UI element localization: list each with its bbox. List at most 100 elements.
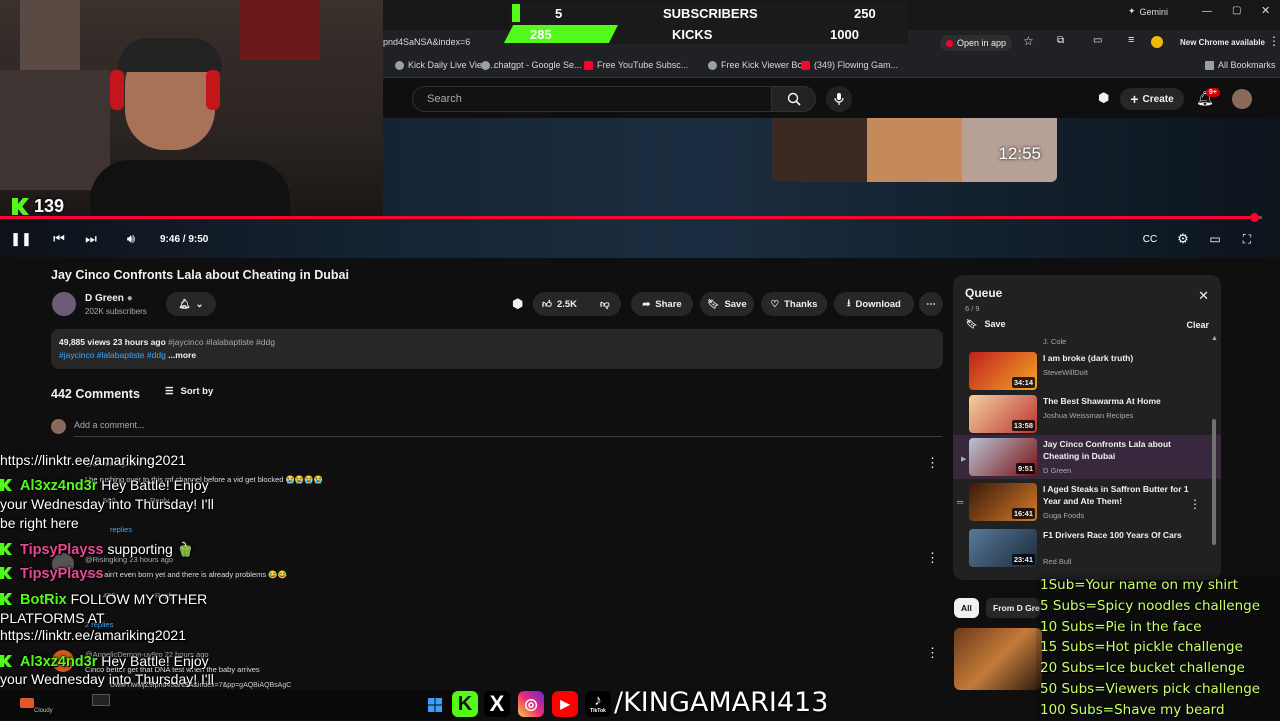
youtube-icon [584, 60, 593, 70]
account-avatar[interactable] [1232, 89, 1252, 109]
create-button[interactable]: + Create [1120, 88, 1184, 110]
screen-cast-icon[interactable]: ▭ [1093, 35, 1102, 46]
fullscreen-icon[interactable]: ⛶ [1238, 230, 1256, 248]
kebab-menu-icon[interactable]: ⋮ [1268, 34, 1280, 48]
queue-item-title[interactable]: I am broke (dark truth) [1043, 352, 1193, 364]
queue-thumbnail[interactable]: 16:41 [969, 483, 1037, 521]
weather-label: Cloudy [34, 708, 53, 714]
thumbs-up-icon[interactable]: 👍︎ [542, 298, 552, 310]
wall-poster [20, 0, 80, 70]
chrome-update-notice[interactable]: New Chrome available [1180, 38, 1265, 47]
bookmark-item[interactable]: (349) Flowing Gam... [801, 60, 898, 70]
like-dislike-group[interactable]: 👍︎ 2.5K 👎︎ [533, 292, 621, 316]
queue-item[interactable]: 13:58 The Best Shawarma At Home Joshua Wei… [969, 395, 1213, 435]
gemini-button[interactable]: ✦ Gemini [1128, 6, 1168, 17]
queue-duration: 16:41 [1011, 508, 1035, 519]
maximize-icon[interactable]: ▢ [1232, 5, 1241, 16]
extensions-icon[interactable]: ⧉ [1057, 35, 1064, 46]
queue-item-menu-icon[interactable]: ⋮ [1189, 497, 1201, 511]
queue-thumbnail[interactable]: 23:41 [969, 529, 1037, 567]
search-input[interactable]: Search [412, 86, 772, 112]
bookmark-item[interactable]: chatgpt - Google Se... [481, 60, 582, 70]
theater-mode-icon[interactable]: ▭ [1206, 230, 1224, 248]
queue-item-title[interactable]: I Aged Steaks in Saffron Butter for 1 Ye… [1043, 483, 1193, 507]
bookmarks-bar: Kick Daily Live View... chatgpt - Google… [383, 56, 1280, 78]
close-window-icon[interactable]: ✕ [1261, 4, 1270, 17]
open-in-app-button[interactable]: Open in app [940, 35, 1013, 51]
queue-duration: 34:14 [1011, 377, 1035, 388]
captions-icon[interactable]: CC [1142, 230, 1158, 248]
queue-item[interactable]: 23:41 F1 Drivers Race 100 Years Of Cars Re… [969, 529, 1213, 569]
comment-menu-icon[interactable]: ⋮ [926, 550, 939, 566]
star-icon[interactable]: ☆ [1023, 34, 1034, 48]
pause-icon[interactable]: ❚❚ [10, 230, 32, 248]
more-link[interactable]: ...more [168, 350, 196, 360]
streamer-handle: /KINGAMARI413 [614, 687, 829, 718]
more-actions-button[interactable]: ⋯ [919, 292, 943, 316]
queue-item-channel: Joshua Weissman Recipes [1043, 411, 1134, 420]
thanks-button[interactable]: ♡ Thanks [761, 292, 827, 316]
add-comment-input[interactable]: Add a comment... [74, 420, 145, 430]
queue-item-title[interactable]: Jay Cinco Confronts Lala about Cheating … [1043, 438, 1193, 462]
view-replies-button[interactable]: replies [110, 525, 132, 534]
share-button[interactable]: ➦ Share [631, 292, 693, 316]
queue-item[interactable]: 16:41 I Aged Steaks in Saffron Butter for… [969, 483, 1213, 523]
close-queue-icon[interactable]: ✕ [1198, 288, 1209, 304]
volume-icon[interactable]: 🔊︎ [122, 230, 140, 248]
kick-goal: 1000 [830, 27, 859, 42]
channel-name[interactable]: D Green ● [85, 293, 133, 304]
queue-item-title[interactable]: The Best Shawarma At Home [1043, 395, 1193, 407]
profile-icon[interactable] [1151, 36, 1163, 48]
queue-item[interactable]: 34:14 I am broke (dark truth) SteveWillDoI… [969, 352, 1213, 392]
hashtag-links[interactable]: #jaycinco #lalabaptiste #ddg [59, 350, 166, 360]
next-icon[interactable]: ⏭︎ [82, 230, 100, 248]
taskbar-app-icon[interactable] [92, 694, 110, 706]
chat-username: Al3xz4nd3r [20, 478, 98, 494]
queue-save-button[interactable]: 🔖︎ Save [966, 319, 1005, 330]
minimize-icon[interactable]: — [1202, 6, 1212, 17]
drag-handle-icon[interactable]: ═ [957, 497, 963, 507]
url-bar[interactable]: pnd4SaNSA&index=6 [383, 37, 470, 47]
previous-icon[interactable]: ⏮︎ [50, 230, 68, 248]
thumbs-down-icon[interactable]: 👎︎ [600, 298, 610, 310]
queue-thumbnail[interactable]: 9:51 [969, 438, 1037, 476]
settings-gear-icon[interactable]: ⚙︎ [1174, 230, 1192, 248]
search-button[interactable] [772, 86, 816, 112]
queue-thumbnail[interactable]: 34:14 [969, 352, 1037, 390]
now-playing-icon: ▶ [961, 456, 967, 463]
queue-thumbnail[interactable]: 13:58 [969, 395, 1037, 433]
channel-avatar[interactable] [52, 292, 76, 316]
cast-icon[interactable]: ⬢ [1098, 90, 1109, 106]
comment-menu-icon[interactable]: ⋮ [926, 645, 939, 661]
scroll-up-icon[interactable]: ▲ [1211, 335, 1218, 342]
bookmark-item[interactable]: Free YouTube Subsc... [584, 60, 688, 70]
more-horizontal-icon: ⋯ [926, 298, 936, 310]
chip-from-channel[interactable]: From D Gre [986, 598, 1040, 618]
preview-thumbnails: 12:55 [772, 118, 1057, 182]
download-button[interactable]: ⭳ Download [834, 292, 914, 316]
description-box[interactable]: 49,885 views 23 hours ago #jaycinco #lal… [51, 329, 943, 369]
globe-icon [708, 60, 717, 70]
sort-by-button[interactable]: ☰ Sort by [165, 386, 213, 397]
subscribed-bell-button[interactable]: 🔔︎ ⌄ [166, 292, 216, 316]
recommended-thumbnail[interactable] [954, 628, 1042, 690]
queue-clear-button[interactable]: Clear [1186, 320, 1209, 330]
microphone-icon [834, 93, 844, 105]
comment-menu-icon[interactable]: ⋮ [926, 455, 939, 471]
streamer-webcam [0, 0, 383, 218]
save-button[interactable]: 🔖︎ Save [700, 292, 754, 316]
menu-list-icon[interactable]: ≡ [1128, 34, 1134, 46]
queue-item[interactable]: 9:51 Jay Cinco Confronts Lala about Cheat… [969, 438, 1213, 478]
sparkle-ai-icon[interactable]: ⬢ [512, 296, 523, 312]
chip-all[interactable]: All [954, 598, 979, 618]
voice-search-button[interactable] [826, 86, 852, 112]
windows-start-icon[interactable] [428, 698, 442, 712]
chat-message: TipsyPlayss [0, 565, 104, 582]
all-bookmarks[interactable]: All Bookmarks [1205, 60, 1276, 70]
kick-current: 285 [530, 27, 552, 42]
bookmark-item[interactable]: Free Kick Viewer Bot [708, 60, 805, 70]
chat-text: https://linktr.ee/amariking2021 [0, 627, 186, 643]
goal-item: 5 Subs=Spicy noodles challenge [1040, 597, 1261, 614]
queue-item-title[interactable]: F1 Drivers Race 100 Years Of Cars [1043, 529, 1193, 541]
queue-scrollbar[interactable] [1212, 419, 1216, 545]
